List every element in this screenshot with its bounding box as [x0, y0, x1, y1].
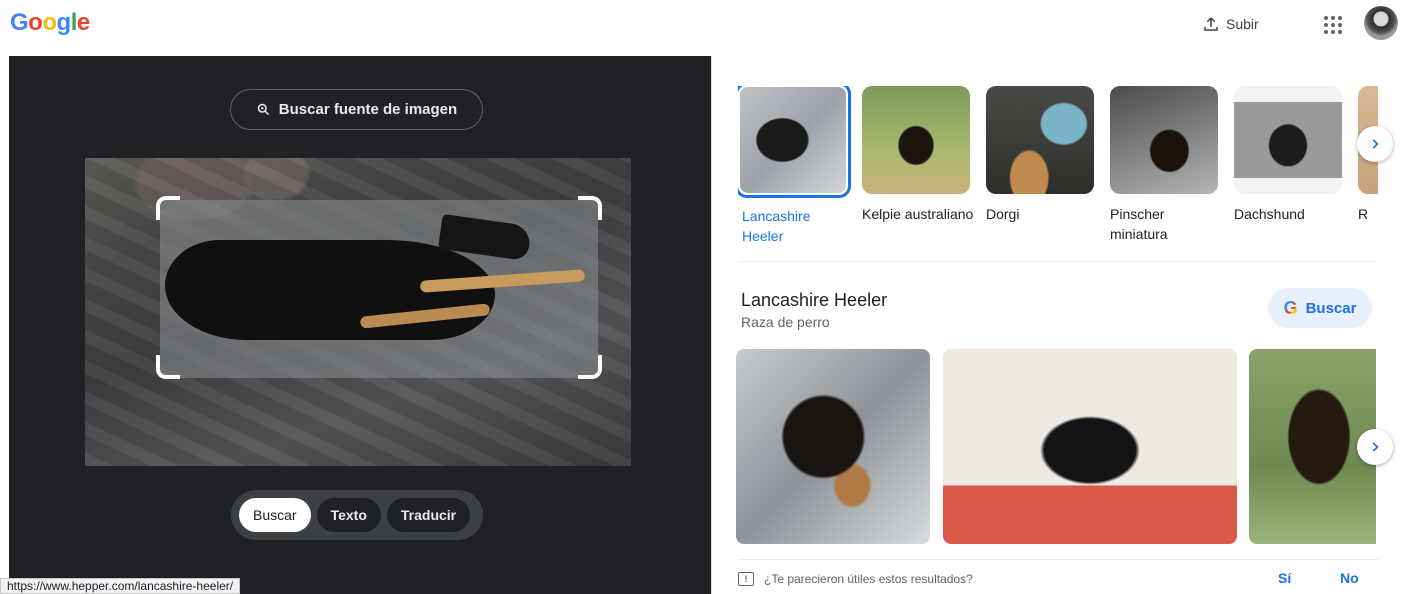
breed-chip-label: Dachshund: [1234, 206, 1305, 222]
mode-search-button[interactable]: Buscar: [239, 498, 311, 532]
breed-chip-miniature-pinscher[interactable]: Pinscher miniatura: [1110, 86, 1222, 244]
logo-letter: e: [76, 9, 90, 36]
mode-text-button[interactable]: Texto: [316, 498, 381, 532]
entity-title: Lancashire Heeler: [741, 290, 888, 310]
crop-handle-bottom-left[interactable]: [156, 355, 180, 379]
section-divider: [738, 261, 1376, 262]
upload-icon: [1204, 17, 1218, 31]
google-logo[interactable]: Google: [10, 9, 90, 37]
avatar[interactable]: [1364, 6, 1398, 40]
upload-button[interactable]: Subir: [1202, 12, 1259, 36]
breed-chip-label: Dorgi: [986, 206, 1020, 222]
result-image[interactable]: [736, 349, 930, 544]
breed-suggestions: Lancashire Heeler Kelpie australiano Dor…: [738, 86, 1378, 271]
breed-chip-label: Kelpie australiano: [862, 206, 974, 222]
top-bar: Google Subir: [0, 0, 1407, 56]
gallery-next-arrow[interactable]: [1357, 429, 1393, 465]
entity-subtitle: Raza de perro: [741, 314, 830, 330]
crop-handle-top-right[interactable]: [578, 196, 602, 220]
lens-mode-switcher: Buscar Texto Traducir: [231, 490, 483, 540]
breed-thumbnail: [1110, 86, 1218, 194]
status-bar-url: https://www.hepper.com/lancashire-heeler…: [0, 578, 241, 594]
breed-thumbnail: [1234, 86, 1342, 194]
apps-grid-icon[interactable]: [1320, 12, 1344, 36]
breed-chip-dorgi[interactable]: Dorgi: [986, 86, 1098, 224]
breed-chip-dachshund[interactable]: Dachshund: [1234, 86, 1346, 224]
chevron-right-icon: [1372, 442, 1379, 452]
result-image[interactable]: [943, 349, 1237, 544]
breed-chip-label: R: [1358, 206, 1369, 222]
feedback-yes-button[interactable]: Sí: [1278, 570, 1291, 586]
crop-handle-bottom-right[interactable]: [578, 355, 602, 379]
crop-region[interactable]: [160, 200, 598, 378]
chips-next-arrow[interactable]: [1357, 126, 1393, 162]
find-image-source-label: Buscar fuente de imagen: [278, 101, 458, 118]
lens-image-panel: Buscar fuente de imagen Buscar Texto Tra…: [9, 56, 711, 594]
logo-letter: g: [56, 9, 72, 36]
breed-chip-kelpie[interactable]: Kelpie australiano: [862, 86, 974, 224]
feedback-bar: ! ¿Te parecieron útiles estos resultados…: [738, 559, 1378, 587]
breed-thumbnail: [986, 86, 1094, 194]
breed-thumbnail: [738, 86, 851, 198]
google-search-button[interactable]: G Buscar: [1268, 288, 1372, 328]
google-g-icon: G: [1283, 297, 1298, 318]
result-image-gallery: [736, 349, 1376, 544]
upload-label: Subir: [1226, 16, 1259, 32]
find-image-source-button[interactable]: Buscar fuente de imagen: [230, 89, 483, 130]
query-image: [85, 158, 631, 466]
breed-thumbnail: [862, 86, 970, 194]
feedback-icon: !: [738, 571, 754, 586]
results-panel: Lancashire Heeler Kelpie australiano Dor…: [711, 56, 1407, 594]
chevron-right-icon: [1372, 139, 1379, 149]
image-search-icon: [257, 103, 269, 116]
feedback-question: ¿Te parecieron útiles estos resultados?: [764, 571, 973, 586]
crop-handle-top-left[interactable]: [156, 196, 180, 220]
logo-letter: o: [28, 9, 43, 36]
mode-translate-button[interactable]: Traducir: [386, 498, 471, 532]
feedback-no-button[interactable]: No: [1340, 570, 1359, 586]
logo-letter: o: [42, 9, 57, 36]
google-search-label: Buscar: [1305, 299, 1357, 317]
breed-chip-label: Pinscher miniatura: [1110, 206, 1168, 242]
breed-chip-label: Lancashire Heeler: [742, 208, 811, 244]
logo-letter: G: [10, 9, 29, 36]
breed-chip-lancashire-heeler[interactable]: Lancashire Heeler: [738, 86, 851, 246]
